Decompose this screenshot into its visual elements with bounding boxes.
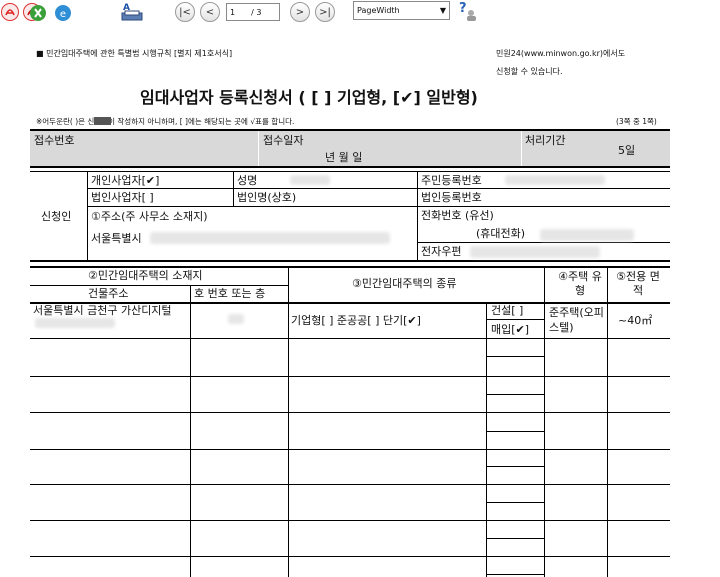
table-row-line [30, 484, 670, 485]
corp-reg-no-label: 법인등록번호 [421, 191, 482, 204]
address-value: 서울특별시 [91, 232, 142, 245]
housing-location-label: ②민간임대주택의 소재지 [88, 269, 203, 282]
table-row-line [30, 412, 670, 413]
receipt-bottom-border [30, 166, 670, 168]
chevron-down-icon: ▼ [439, 6, 446, 15]
svg-text:?: ? [459, 1, 467, 16]
table-row-line [30, 556, 670, 557]
prev-page-button[interactable]: < [200, 2, 220, 22]
resident-divider [417, 171, 418, 260]
subrow-line [486, 356, 544, 357]
hwp-icon[interactable]: e [53, 3, 73, 23]
applicant-top-border [30, 171, 670, 172]
housing-header-bottom [30, 302, 670, 304]
form-note: ※어두운란( )은 신고인이 작성하지 아니하며, [ ]에는 해당되는 곳에 … [36, 117, 295, 126]
house-type-value: 준주택(오피스텔) [549, 306, 604, 335]
print-icon[interactable]: A [118, 0, 146, 24]
shaded-field-swatch [94, 117, 111, 125]
subrow-line [486, 394, 544, 395]
applicant-label-divider [87, 171, 88, 260]
page-current: 1 [230, 7, 236, 17]
applicant-bottom-border [30, 260, 670, 262]
receipt-date-label: 접수일자 [263, 134, 304, 147]
col-divider-kind [544, 268, 545, 577]
housing-type-header: ③민간임대주택의 종류 [352, 277, 457, 290]
viewer-toolbar: e A |< < 1 / 3 > >| PageWidth ▼ ? [0, 0, 720, 26]
zoom-select[interactable]: PageWidth ▼ [353, 1, 450, 20]
subrow-line [486, 319, 544, 320]
email-redacted [470, 246, 600, 258]
receipt-date-value: 년 월 일 [325, 151, 363, 164]
receipt-no-label: 접수번호 [34, 134, 75, 147]
individual-checkbox-label[interactable]: 개인사업자[✔] [91, 175, 159, 186]
table-row-line [30, 520, 670, 521]
form-title: 임대사업자 등록신청서 ( [ ] 기업형, [✔] 일반형) [140, 88, 478, 107]
mobile-label: (휴대전화) [476, 227, 526, 240]
table-row-line [30, 338, 670, 339]
processing-period-value: 5일 [618, 144, 636, 157]
pdf-export-icon[interactable] [0, 2, 20, 22]
page-total: / 3 [251, 7, 262, 17]
resident-no-label: 주민등록번호 [421, 174, 482, 187]
unit-label: 호 번호 또는 층 [194, 287, 266, 300]
row1-unit-redacted [228, 314, 244, 324]
address-redacted [150, 232, 390, 244]
email-label: 전자우편 [421, 245, 462, 258]
resident-no-redacted [505, 175, 605, 185]
subrow-line [486, 538, 544, 539]
housing-top-border [30, 266, 670, 268]
subrow-line [486, 502, 544, 503]
receipt-divider-1 [258, 131, 259, 166]
applicant-label: 신청인 [41, 210, 72, 223]
col-divider-unit [190, 285, 191, 577]
row-line-2 [87, 206, 670, 207]
row1-housing-types[interactable]: 기업형[ ] 준공공[ ] 단기[✔] [291, 315, 421, 326]
header-left-text: ■ 민간임대주택에 관한 특별법 시행규칙 [별지 제1호서식] [36, 49, 233, 58]
receipt-divider-2 [521, 131, 522, 166]
zoom-value: PageWidth [357, 6, 400, 15]
help-icon[interactable]: ? [456, 0, 478, 22]
area-value: ~40㎡ [618, 314, 653, 327]
area-label: ⑤전용 면적 [616, 270, 660, 298]
housing-kind-label: ④주택 유형 [558, 270, 602, 298]
corp-name-label: 법인명(상호) [237, 191, 297, 204]
excel-icon[interactable] [29, 4, 47, 22]
building-address-label: 건물주소 [88, 287, 129, 300]
construct-checkbox-label[interactable]: 건설[ ] [491, 305, 523, 316]
row-line-1 [87, 188, 670, 189]
next-page-button[interactable]: > [290, 2, 310, 22]
first-page-button[interactable]: |< [175, 2, 195, 22]
table-row-line [30, 376, 670, 377]
subrow-line [486, 466, 544, 467]
svg-text:e: e [60, 9, 66, 20]
row1-address-redacted [35, 318, 115, 328]
name-label: 성명 [237, 174, 258, 187]
header-right-text-2: 신청할 수 있습니다. [496, 67, 563, 76]
mobile-redacted [540, 229, 634, 241]
corporate-checkbox-label[interactable]: 법인사업자[ ] [91, 192, 154, 203]
col-divider-area [607, 268, 608, 577]
purchase-checkbox-label[interactable]: 매입[✔] [491, 324, 529, 335]
phone-label: 전화번호 (유선) [421, 209, 494, 222]
address-label: ①주소(주 사무소 소재지) [91, 210, 208, 223]
page-number-input[interactable]: 1 / 3 [226, 3, 280, 21]
header-right-text-1: 민원24(www.minwon.go.kr)에서도 [496, 49, 626, 58]
table-row-line [30, 449, 670, 450]
subrow-line [486, 574, 544, 575]
last-page-button[interactable]: >| [315, 2, 335, 22]
col-divider-construct [486, 302, 487, 577]
receipt-top-border [30, 129, 670, 131]
subrow-line [486, 431, 544, 432]
page-indicator: (3쪽 중 1쪽) [616, 117, 657, 126]
row1-address: 서울특별시 금천구 가산디지털 [33, 305, 172, 316]
processing-period-label: 처리기간 [525, 134, 566, 147]
name-redacted [290, 175, 330, 185]
col-divider-type [288, 268, 289, 577]
housing-location-underline [30, 285, 288, 286]
row-line-3 [417, 242, 670, 243]
